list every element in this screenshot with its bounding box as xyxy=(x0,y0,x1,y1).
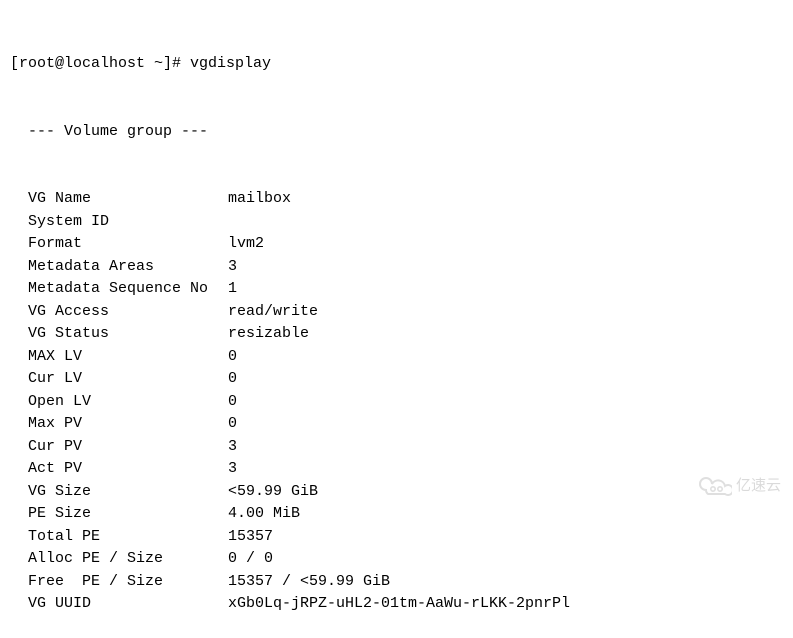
vg-entry-value: read/write xyxy=(228,301,318,324)
vg-entry-label: Max PV xyxy=(28,413,228,436)
prompt-command: vgdisplay xyxy=(190,53,271,76)
vg-entry-row: Max PV0 xyxy=(10,413,783,436)
vg-entry-label: Metadata Sequence No xyxy=(28,278,228,301)
vg-entry-value: 1 xyxy=(228,278,237,301)
vg-entry-label: MAX LV xyxy=(28,346,228,369)
vg-entry-row: Formatlvm2 xyxy=(10,233,783,256)
vg-entry-row: Total PE15357 xyxy=(10,526,783,549)
vg-entry-value: 3 xyxy=(228,436,237,459)
vg-header: --- Volume group --- xyxy=(10,121,783,144)
vg-entry-value: resizable xyxy=(228,323,309,346)
vg-entry-row: Metadata Areas3 xyxy=(10,256,783,279)
vg-entry-row: MAX LV0 xyxy=(10,346,783,369)
vg-entry-value: 0 xyxy=(228,346,237,369)
vg-entry-label: VG Size xyxy=(28,481,228,504)
vg-entry-label: Open LV xyxy=(28,391,228,414)
vg-entry-value: 3 xyxy=(228,256,237,279)
vg-entry-value: lvm2 xyxy=(228,233,264,256)
vg-entry-label: VG Name xyxy=(28,188,228,211)
cloud-logo-icon xyxy=(698,476,732,496)
vg-entry-label: VG Status xyxy=(28,323,228,346)
vg-entry-label: VG Access xyxy=(28,301,228,324)
vg-entry-row: VG Size<59.99 GiB xyxy=(10,481,783,504)
vg-entry-row: VG Namemailbox xyxy=(10,188,783,211)
vg-entry-row: Cur PV3 xyxy=(10,436,783,459)
vg-entry-label: Cur PV xyxy=(28,436,228,459)
vg-entry-value: mailbox xyxy=(228,188,291,211)
vg-entry-value: 0 xyxy=(228,391,237,414)
vg-entry-value: 4.00 MiB xyxy=(228,503,300,526)
vg-entry-row: PE Size4.00 MiB xyxy=(10,503,783,526)
vg-entry-value: 0 xyxy=(228,413,237,436)
vg-entry-value: 15357 / <59.99 GiB xyxy=(228,571,390,594)
vg-entry-value: 15357 xyxy=(228,526,273,549)
vg-entry-label: VG UUID xyxy=(28,593,228,616)
vg-entry-row: Metadata Sequence No1 xyxy=(10,278,783,301)
watermark: 亿速云 xyxy=(698,475,781,498)
vg-entry-label: System ID xyxy=(28,211,228,234)
vg-entry-label: Alloc PE / Size xyxy=(28,548,228,571)
vg-entry-row: Act PV3 xyxy=(10,458,783,481)
vg-entry-label: Total PE xyxy=(28,526,228,549)
vg-entry-row: System ID xyxy=(10,211,783,234)
vg-entry-row: Cur LV0 xyxy=(10,368,783,391)
vg-entries: VG NamemailboxSystem IDFormatlvm2Metadat… xyxy=(10,188,783,616)
vg-entry-label: Act PV xyxy=(28,458,228,481)
vg-entry-label: Metadata Areas xyxy=(28,256,228,279)
prompt-user-host: [root@localhost ~]# xyxy=(10,53,181,76)
vg-entry-value: 0 xyxy=(228,368,237,391)
watermark-text: 亿速云 xyxy=(736,475,781,498)
vg-entry-label: PE Size xyxy=(28,503,228,526)
vg-entry-row: VG UUIDxGb0Lq-jRPZ-uHL2-01tm-AaWu-rLKK-2… xyxy=(10,593,783,616)
vg-entry-value: <59.99 GiB xyxy=(228,481,318,504)
vg-entry-row: Open LV0 xyxy=(10,391,783,414)
vg-entry-value: 0 / 0 xyxy=(228,548,273,571)
vg-entry-value: xGb0Lq-jRPZ-uHL2-01tm-AaWu-rLKK-2pnrPl xyxy=(228,593,570,616)
vg-entry-label: Free PE / Size xyxy=(28,571,228,594)
terminal-output: [root@localhost ~]# vgdisplay --- Volume… xyxy=(10,8,783,638)
vg-entry-row: Alloc PE / Size0 / 0 xyxy=(10,548,783,571)
vg-entry-value: 3 xyxy=(228,458,237,481)
vg-entry-row: VG Accessread/write xyxy=(10,301,783,324)
vg-entry-label: Cur LV xyxy=(28,368,228,391)
vg-entry-row: VG Statusresizable xyxy=(10,323,783,346)
vg-entry-row: Free PE / Size15357 / <59.99 GiB xyxy=(10,571,783,594)
vg-entry-label: Format xyxy=(28,233,228,256)
prompt-line: [root@localhost ~]# vgdisplay xyxy=(10,53,783,76)
